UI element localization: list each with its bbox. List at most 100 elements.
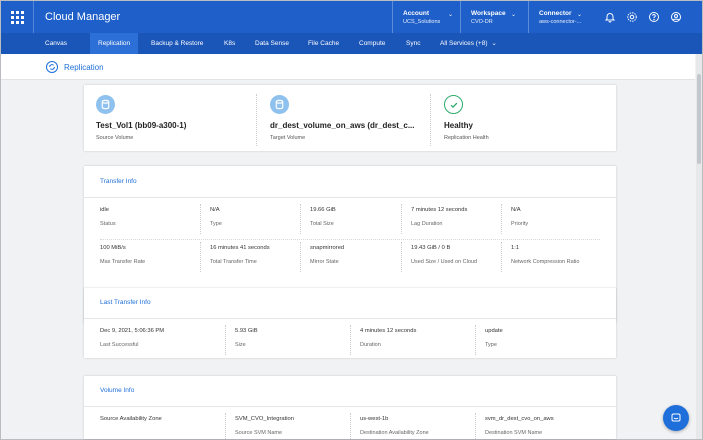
total-transfer-time-label: Total Transfer Time xyxy=(210,259,257,265)
divider xyxy=(225,325,226,355)
card-title: Transfer Info xyxy=(100,178,137,185)
scrollbar-thumb[interactable] xyxy=(697,74,701,164)
target-volume-name: dr_dest_volume_on_aws (dr_dest_c... xyxy=(270,121,415,130)
source-svm-label: Source SVM Name xyxy=(235,430,283,436)
dest-svm-cell: svm_dr_dest_cvo_on_aws Destination SVM N… xyxy=(485,416,554,436)
service-nav: Canvas Replication Backup & Restore K8s … xyxy=(1,33,702,54)
max-transfer-rate-cell: 100 MiB/s Max Transfer Rate xyxy=(100,245,145,265)
divider xyxy=(200,204,201,234)
divider xyxy=(501,242,502,272)
card-title: Last Transfer Info xyxy=(100,299,151,306)
card-title: Volume Info xyxy=(100,387,135,394)
dest-az-label: Destination Availability Zone xyxy=(360,430,429,436)
divider xyxy=(475,413,476,439)
help-icon[interactable] xyxy=(647,10,661,24)
chevron-down-icon: ⌄ xyxy=(511,12,517,18)
grid-icon xyxy=(10,10,24,24)
target-volume: dr_dest_volume_on_aws (dr_dest_c... Targ… xyxy=(258,85,430,151)
divider xyxy=(300,242,301,272)
used-size-label: Used Size / Used on Cloud xyxy=(411,259,478,265)
nav-data-sense[interactable]: Data Sense xyxy=(255,33,289,54)
divider xyxy=(200,242,201,272)
chevron-down-icon: ⌄ xyxy=(491,40,497,47)
source-az-cell: Source Availability Zone xyxy=(100,416,162,422)
check-circle-icon xyxy=(444,95,463,114)
nav-file-cache[interactable]: File Cache xyxy=(308,33,339,54)
connector-selector[interactable]: Connector aws-connector-... ⌄ xyxy=(528,1,593,33)
transfer-type-cell: update Type xyxy=(485,328,503,348)
lag-duration-cell: 7 minutes 12 seconds Lag Duration xyxy=(411,207,467,227)
replication-health: Healthy Replication Health xyxy=(432,85,604,151)
nav-backup-restore[interactable]: Backup & Restore xyxy=(151,33,203,54)
source-volume: Test_Vol1 (bb09-a300-1) Source Volume xyxy=(84,85,256,151)
divider xyxy=(100,239,600,240)
compression-ratio-cell: 1:1 Network Compression Ratio xyxy=(511,245,579,265)
mirror-state-value: snapmirrored xyxy=(310,245,345,251)
total-size-label: Total Size xyxy=(310,221,334,227)
user-icon[interactable] xyxy=(669,10,683,24)
priority-value: N/A xyxy=(511,207,521,213)
type-cell: N/A Type xyxy=(210,207,222,227)
total-size-value: 19.66 GiB xyxy=(310,207,336,213)
total-size-cell: 19.66 GiB Total Size xyxy=(310,207,336,227)
size-cell: 5.93 GiB Size xyxy=(235,328,258,348)
volume-info-card: Volume Info Source Availability Zone SVM… xyxy=(84,376,616,439)
divider xyxy=(84,197,616,198)
page-header: Replication xyxy=(1,54,695,80)
duration-value: 4 minutes 12 seconds xyxy=(360,328,417,334)
divider xyxy=(225,413,226,439)
chevron-down-icon: ⌄ xyxy=(577,12,583,18)
duration-label: Duration xyxy=(360,342,381,348)
top-bar: Cloud Manager Account UCS_Solutions ⌄ Wo… xyxy=(1,1,702,33)
divider xyxy=(475,325,476,355)
dest-az-value: us-west-1b xyxy=(360,416,389,422)
lag-duration-label: Lag Duration xyxy=(411,221,443,227)
gear-icon[interactable] xyxy=(625,10,639,24)
divider xyxy=(350,413,351,439)
used-size-value: 19.43 GiB / 0 B xyxy=(411,245,451,251)
nav-k8s[interactable]: K8s xyxy=(224,33,235,54)
divider xyxy=(300,204,301,234)
divider xyxy=(256,94,257,146)
status-cell: idle Status xyxy=(100,207,116,227)
workspace-value: CVO-DR xyxy=(471,19,493,25)
source-volume-name: Test_Vol1 (bb09-a300-1) xyxy=(96,121,187,130)
mirror-state-label: Mirror State xyxy=(310,259,339,265)
type-value: N/A xyxy=(210,207,220,213)
chevron-down-icon: ⌄ xyxy=(448,12,454,18)
connector-label: Connector xyxy=(539,10,572,17)
priority-label: Priority xyxy=(511,221,529,227)
bell-icon[interactable] xyxy=(603,10,617,24)
app-launcher-button[interactable] xyxy=(1,1,34,33)
volume-summary-card: Test_Vol1 (bb09-a300-1) Source Volume dr… xyxy=(84,85,616,151)
replication-icon xyxy=(46,61,58,73)
vertical-scrollbar[interactable] xyxy=(696,54,702,439)
workspace-selector[interactable]: Workspace CVO-DR ⌄ xyxy=(460,1,528,33)
size-label: Size xyxy=(235,342,246,348)
compression-ratio-label: Network Compression Ratio xyxy=(511,259,580,265)
last-successful-value: Dec 9, 2021, 5:06:36 PM xyxy=(100,328,165,334)
status-label: Status xyxy=(100,221,116,227)
nav-canvas[interactable]: Canvas xyxy=(45,33,67,54)
source-volume-label: Source Volume xyxy=(96,135,134,141)
max-transfer-rate-label: Max Transfer Rate xyxy=(100,259,146,265)
chat-icon xyxy=(671,413,681,422)
app-title: Cloud Manager xyxy=(45,11,121,23)
type-label: Type xyxy=(210,221,222,227)
nav-all-services[interactable]: All Services (+8) ⌄ xyxy=(440,33,497,54)
size-value: 5.93 GiB xyxy=(235,328,258,334)
total-transfer-time-cell: 16 minutes 41 seconds Total Transfer Tim… xyxy=(210,245,270,265)
nav-sync[interactable]: Sync xyxy=(406,33,420,54)
account-selector[interactable]: Account UCS_Solutions ⌄ xyxy=(392,1,460,33)
status-value: idle xyxy=(100,207,110,213)
nav-replication[interactable]: Replication xyxy=(90,33,139,54)
divider xyxy=(401,204,402,234)
divider xyxy=(430,94,431,146)
volume-icon xyxy=(96,95,115,114)
health-status: Healthy xyxy=(444,121,473,130)
chat-button[interactable] xyxy=(663,405,689,431)
account-value: UCS_Solutions xyxy=(403,19,441,25)
dest-svm-value: svm_dr_dest_cvo_on_aws xyxy=(485,416,554,422)
cloud-volume-icon xyxy=(270,95,289,114)
nav-compute[interactable]: Compute xyxy=(359,33,385,54)
